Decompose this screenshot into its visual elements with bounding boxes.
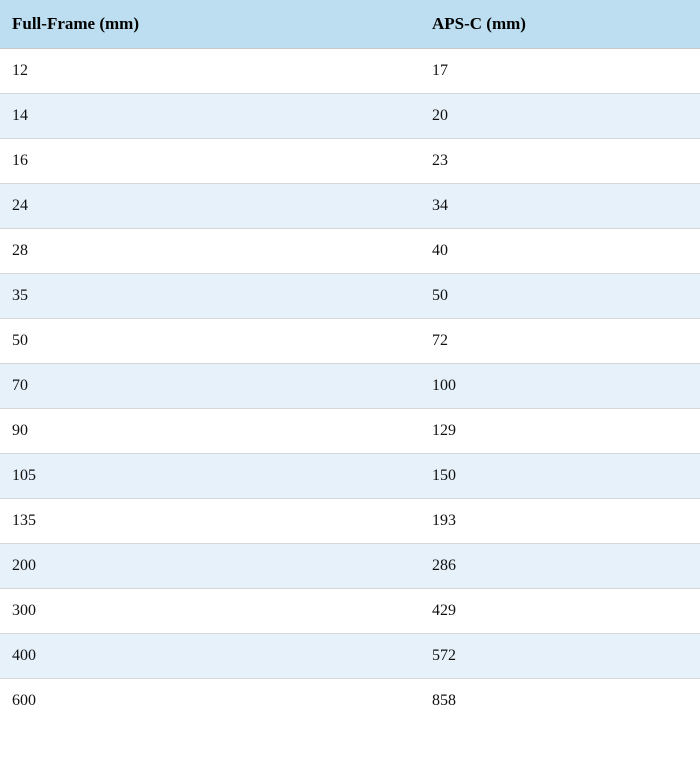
table-row: 135 193	[0, 499, 700, 544]
cell-apsc: 72	[420, 319, 700, 364]
table-row: 12 17	[0, 49, 700, 94]
table-row: 14 20	[0, 94, 700, 139]
table-row: 600 858	[0, 679, 700, 724]
cell-apsc: 34	[420, 184, 700, 229]
cell-apsc: 129	[420, 409, 700, 454]
table-row: 105 150	[0, 454, 700, 499]
table-row: 24 34	[0, 184, 700, 229]
cell-fullframe: 105	[0, 454, 420, 499]
cell-fullframe: 35	[0, 274, 420, 319]
cell-apsc: 150	[420, 454, 700, 499]
col-header-apsc: APS-C (mm)	[420, 0, 700, 49]
cell-fullframe: 16	[0, 139, 420, 184]
focal-length-table: Full-Frame (mm) APS-C (mm) 12 17 14 20 1…	[0, 0, 700, 723]
cell-fullframe: 28	[0, 229, 420, 274]
table-row: 90 129	[0, 409, 700, 454]
col-header-fullframe: Full-Frame (mm)	[0, 0, 420, 49]
cell-apsc: 858	[420, 679, 700, 724]
cell-fullframe: 24	[0, 184, 420, 229]
cell-apsc: 193	[420, 499, 700, 544]
cell-apsc: 40	[420, 229, 700, 274]
cell-apsc: 286	[420, 544, 700, 589]
cell-fullframe: 12	[0, 49, 420, 94]
cell-fullframe: 600	[0, 679, 420, 724]
cell-apsc: 572	[420, 634, 700, 679]
cell-apsc: 429	[420, 589, 700, 634]
cell-apsc: 50	[420, 274, 700, 319]
cell-fullframe: 70	[0, 364, 420, 409]
table-row: 16 23	[0, 139, 700, 184]
table-row: 200 286	[0, 544, 700, 589]
table-header-row: Full-Frame (mm) APS-C (mm)	[0, 0, 700, 49]
cell-apsc: 17	[420, 49, 700, 94]
table-row: 300 429	[0, 589, 700, 634]
cell-fullframe: 50	[0, 319, 420, 364]
table-row: 28 40	[0, 229, 700, 274]
cell-fullframe: 90	[0, 409, 420, 454]
table-row: 35 50	[0, 274, 700, 319]
cell-fullframe: 300	[0, 589, 420, 634]
table-row: 400 572	[0, 634, 700, 679]
table-row: 70 100	[0, 364, 700, 409]
cell-apsc: 20	[420, 94, 700, 139]
cell-apsc: 23	[420, 139, 700, 184]
cell-apsc: 100	[420, 364, 700, 409]
cell-fullframe: 400	[0, 634, 420, 679]
cell-fullframe: 135	[0, 499, 420, 544]
cell-fullframe: 14	[0, 94, 420, 139]
cell-fullframe: 200	[0, 544, 420, 589]
table-row: 50 72	[0, 319, 700, 364]
